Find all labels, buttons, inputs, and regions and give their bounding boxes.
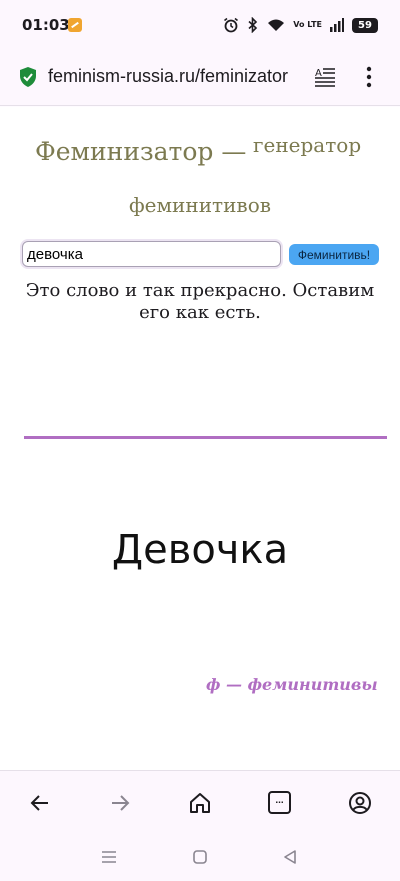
page-content: Феминизатор — генератор феминитивов Феми… xyxy=(0,107,400,770)
status-bar: 01:03 Vo LTE 59 xyxy=(0,0,400,52)
alarm-icon xyxy=(224,17,239,33)
url-field[interactable]: feminism-russia.ru/feminizator xyxy=(48,66,300,87)
home-icon[interactable] xyxy=(188,791,212,815)
notification-app-icon xyxy=(68,18,82,32)
browser-toolbar: ... xyxy=(0,770,400,834)
bluetooth-icon xyxy=(248,17,258,33)
wifi-icon xyxy=(268,19,285,31)
forward-icon[interactable] xyxy=(108,791,132,815)
battery-indicator: 59 xyxy=(352,17,378,33)
page-subtitle: феминитивов xyxy=(129,193,271,217)
more-options-icon[interactable] xyxy=(362,65,376,89)
status-time: 01:03 xyxy=(22,16,70,34)
feminize-button[interactable]: Феминитивь! xyxy=(289,244,379,265)
page-title: Феминизатор — xyxy=(35,137,247,166)
account-icon[interactable] xyxy=(348,791,372,815)
signal-icon xyxy=(330,18,344,32)
status-icons: Vo LTE 59 xyxy=(223,15,378,35)
home-nav-icon[interactable] xyxy=(193,850,207,864)
divider xyxy=(24,436,387,439)
reader-mode-icon[interactable]: A xyxy=(313,65,337,89)
address-bar: feminism-russia.ru/feminizator A xyxy=(0,52,400,106)
page-title-superscript: генератор xyxy=(253,133,362,157)
network-type-label: Vo LTE xyxy=(293,20,322,29)
site-logo-link[interactable]: ф — феминитивы xyxy=(206,675,378,694)
back-nav-icon[interactable] xyxy=(283,850,297,864)
secure-shield-icon[interactable] xyxy=(19,66,37,88)
tabs-button[interactable]: ... xyxy=(268,791,291,814)
word-input[interactable] xyxy=(22,241,281,267)
back-icon[interactable] xyxy=(28,791,52,815)
result-word: Девочка xyxy=(111,527,289,573)
result-message: Это слово и так прекрасно. Оставим его к… xyxy=(25,280,375,323)
recent-apps-icon[interactable] xyxy=(101,850,117,864)
system-navigation-bar xyxy=(0,834,400,881)
